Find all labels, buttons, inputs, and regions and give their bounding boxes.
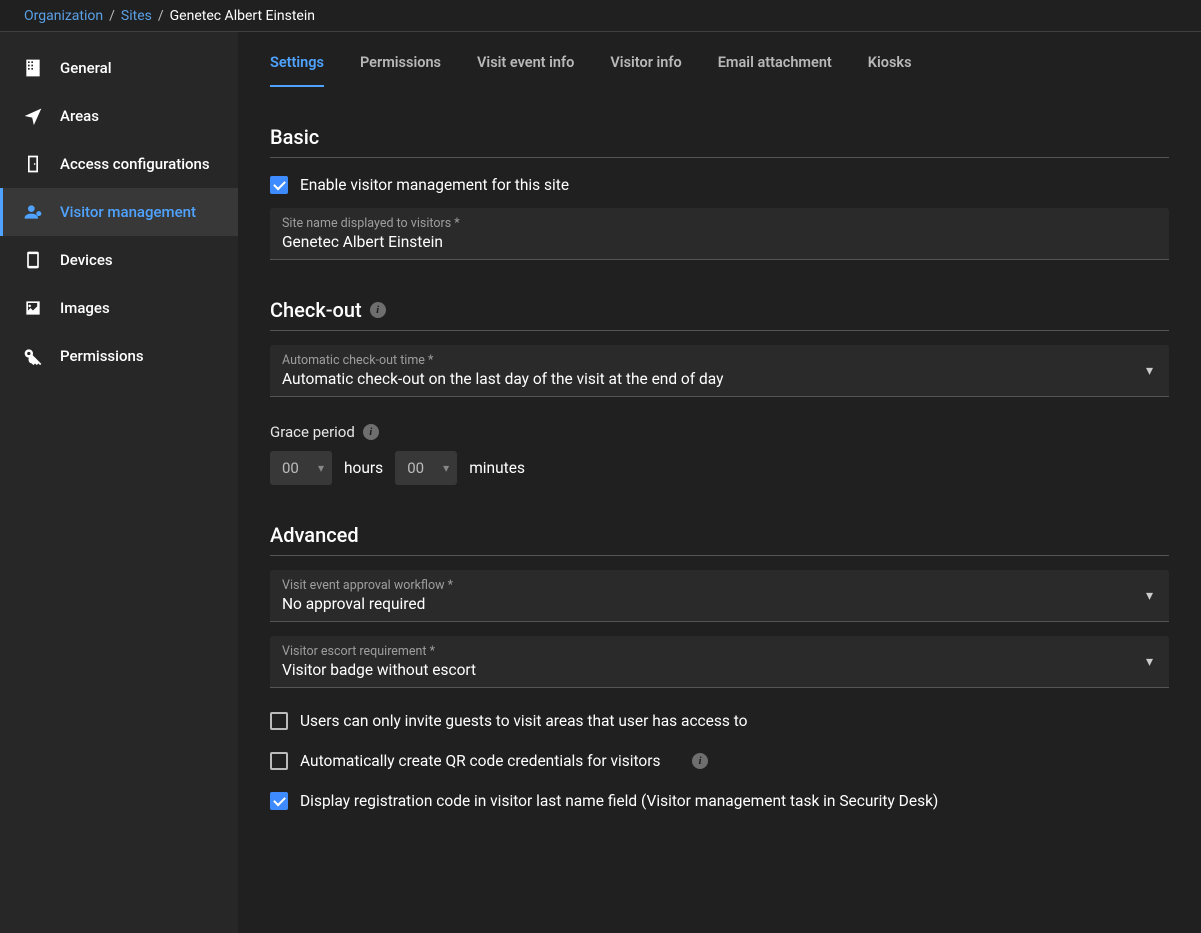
visitor-icon bbox=[22, 201, 44, 223]
info-icon[interactable]: i bbox=[370, 302, 386, 318]
sidebar-item-visitor-management[interactable]: Visitor management bbox=[0, 188, 238, 236]
breadcrumb-separator: / bbox=[158, 8, 164, 24]
info-icon[interactable]: i bbox=[363, 424, 379, 440]
image-icon bbox=[22, 297, 44, 319]
grace-period-label: Grace period bbox=[270, 423, 355, 441]
automatic-checkout-label: Automatic check-out time * bbox=[282, 353, 1157, 370]
auto-qr-row[interactable]: Automatically create QR code credentials… bbox=[270, 752, 1169, 770]
sidebar-item-permissions[interactable]: Permissions bbox=[0, 332, 238, 380]
approval-workflow-label: Visit event approval workflow * bbox=[282, 578, 1157, 595]
chevron-down-icon: ▾ bbox=[443, 461, 449, 475]
device-icon bbox=[22, 249, 44, 271]
navigation-icon bbox=[22, 105, 44, 127]
tab-settings[interactable]: Settings bbox=[270, 54, 324, 87]
sidebar-item-label: Images bbox=[60, 299, 110, 317]
invite-restriction-checkbox[interactable] bbox=[270, 712, 288, 730]
heading-checkout: Check-out bbox=[270, 298, 362, 322]
key-icon bbox=[22, 345, 44, 367]
sidebar-item-label: Areas bbox=[60, 107, 99, 125]
registration-code-checkbox[interactable] bbox=[270, 792, 288, 810]
site-name-field[interactable]: Site name displayed to visitors * Genete… bbox=[270, 208, 1169, 260]
grace-minutes-value: 00 bbox=[407, 459, 424, 477]
tabs: Settings Permissions Visit event info Vi… bbox=[270, 32, 1169, 87]
minutes-unit: minutes bbox=[469, 459, 525, 477]
enable-visitor-management-row[interactable]: Enable visitor management for this site bbox=[270, 176, 1169, 194]
section-advanced: Advanced Visit event approval workflow *… bbox=[270, 523, 1169, 810]
sidebar-item-label: Permissions bbox=[60, 347, 144, 365]
heading-advanced: Advanced bbox=[270, 523, 359, 547]
advanced-options-list: Users can only invite guests to visit ar… bbox=[270, 712, 1169, 810]
site-name-label: Site name displayed to visitors * bbox=[282, 216, 1157, 233]
enable-visitor-management-label: Enable visitor management for this site bbox=[300, 176, 569, 194]
section-header-advanced: Advanced bbox=[270, 523, 1169, 556]
invite-restriction-label: Users can only invite guests to visit ar… bbox=[300, 712, 748, 730]
section-checkout: Check-out i Automatic check-out time * A… bbox=[270, 298, 1169, 485]
sidebar-item-label: General bbox=[60, 59, 112, 77]
breadcrumb-org[interactable]: Organization bbox=[24, 8, 103, 24]
tab-email-attachment[interactable]: Email attachment bbox=[718, 54, 832, 87]
sidebar-item-areas[interactable]: Areas bbox=[0, 92, 238, 140]
escort-requirement-value: Visitor badge without escort bbox=[282, 661, 476, 679]
section-header-basic: Basic bbox=[270, 125, 1169, 158]
tab-kiosks[interactable]: Kiosks bbox=[868, 54, 912, 87]
grace-hours-spinner[interactable]: 00 ▾ bbox=[270, 451, 332, 485]
sidebar-item-general[interactable]: General bbox=[0, 44, 238, 92]
breadcrumb-separator: / bbox=[109, 8, 115, 24]
approval-workflow-value: No approval required bbox=[282, 595, 425, 613]
grace-minutes-spinner[interactable]: 00 ▾ bbox=[395, 451, 457, 485]
heading-basic: Basic bbox=[270, 125, 319, 149]
tab-visitor-info[interactable]: Visitor info bbox=[610, 54, 681, 87]
sidebar-item-devices[interactable]: Devices bbox=[0, 236, 238, 284]
breadcrumb: Organization / Sites / Genetec Albert Ei… bbox=[0, 0, 1201, 32]
approval-workflow-select[interactable]: Visit event approval workflow * No appro… bbox=[270, 570, 1169, 622]
automatic-checkout-value: Automatic check-out on the last day of t… bbox=[282, 370, 723, 388]
breadcrumb-sites[interactable]: Sites bbox=[121, 8, 152, 24]
sidebar-item-label: Access configurations bbox=[60, 155, 210, 173]
automatic-checkout-select[interactable]: Automatic check-out time * Automatic che… bbox=[270, 345, 1169, 397]
sidebar: General Areas Access configurations Visi… bbox=[0, 32, 238, 933]
grace-period-row: Grace period i bbox=[270, 423, 1169, 441]
escort-requirement-label: Visitor escort requirement * bbox=[282, 644, 1157, 661]
sidebar-item-label: Devices bbox=[60, 251, 113, 269]
sidebar-item-access-configurations[interactable]: Access configurations bbox=[0, 140, 238, 188]
escort-requirement-select[interactable]: Visitor escort requirement * Visitor bad… bbox=[270, 636, 1169, 688]
tab-permissions[interactable]: Permissions bbox=[360, 54, 441, 87]
invite-restriction-row[interactable]: Users can only invite guests to visit ar… bbox=[270, 712, 1169, 730]
main-content: Settings Permissions Visit event info Vi… bbox=[238, 32, 1201, 933]
auto-qr-label: Automatically create QR code credentials… bbox=[300, 752, 661, 770]
registration-code-row[interactable]: Display registration code in visitor las… bbox=[270, 792, 1169, 810]
section-header-checkout: Check-out i bbox=[270, 298, 1169, 331]
grace-hours-value: 00 bbox=[282, 459, 299, 477]
section-basic: Basic Enable visitor management for this… bbox=[270, 125, 1169, 260]
door-icon bbox=[22, 153, 44, 175]
sidebar-item-images[interactable]: Images bbox=[0, 284, 238, 332]
breadcrumb-current: Genetec Albert Einstein bbox=[170, 8, 315, 24]
building-icon bbox=[22, 57, 44, 79]
auto-qr-checkbox[interactable] bbox=[270, 752, 288, 770]
tab-visit-event-info[interactable]: Visit event info bbox=[477, 54, 574, 87]
info-icon[interactable]: i bbox=[692, 753, 708, 769]
chevron-down-icon: ▾ bbox=[318, 461, 324, 475]
site-name-value: Genetec Albert Einstein bbox=[282, 233, 443, 251]
registration-code-label: Display registration code in visitor las… bbox=[300, 792, 938, 810]
enable-visitor-management-checkbox[interactable] bbox=[270, 176, 288, 194]
sidebar-item-label: Visitor management bbox=[60, 203, 196, 221]
hours-unit: hours bbox=[344, 459, 383, 477]
grace-period-inputs: 00 ▾ hours 00 ▾ minutes bbox=[270, 451, 1169, 485]
